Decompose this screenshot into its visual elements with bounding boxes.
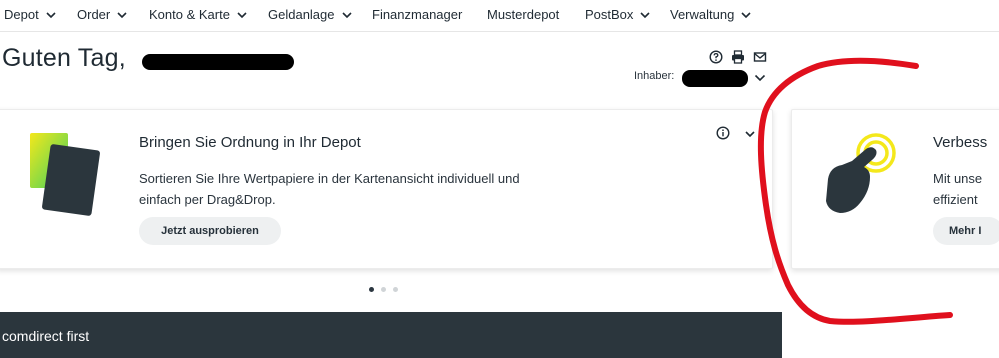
chevron-down-icon[interactable]: [744, 128, 756, 140]
nav-item-musterdepot[interactable]: Musterdepot: [487, 7, 559, 22]
nav-item-label: Konto & Karte: [149, 7, 230, 22]
redacted-owner: [682, 70, 748, 87]
comdirect-first-banner[interactable]: [0, 312, 782, 358]
nav-item-label: Finanzmanager: [372, 7, 463, 22]
carousel-dot[interactable]: [381, 287, 386, 292]
card-title: Bringen Sie Ordnung in Ihr Depot: [139, 134, 361, 151]
chevron-down-icon: [341, 11, 352, 18]
print-icon[interactable]: [731, 50, 745, 64]
nav-item-label: Musterdepot: [487, 7, 560, 22]
banner-label: comdirect first: [2, 328, 90, 344]
chevron-down-icon: [741, 11, 751, 18]
carousel-dot[interactable]: [393, 287, 398, 292]
chevron-down-icon[interactable]: [753, 71, 767, 85]
nav-item-geldanlage[interactable]: Geldanlage: [268, 7, 353, 22]
chevron-down-icon: [46, 11, 56, 18]
redacted-name: [142, 54, 294, 70]
carousel-dots: [369, 287, 398, 292]
nav-item-finanzmanager[interactable]: Finanzmanager: [372, 7, 462, 22]
nav-item-verwaltung[interactable]: Verwaltung: [670, 7, 752, 22]
card-description-next-line2: effizient: [933, 192, 978, 207]
greeting-title: Guten Tag,: [2, 44, 126, 72]
chevron-down-icon: [237, 11, 247, 18]
nav-item-depot[interactable]: Depot: [4, 7, 57, 22]
touch-hand-icon: [826, 133, 896, 213]
help-icon[interactable]: [709, 50, 723, 64]
nav-item-label: Order: [77, 7, 111, 22]
chevron-down-icon: [117, 11, 127, 18]
carousel-dot[interactable]: [369, 287, 374, 292]
nav-item-label: Verwaltung: [670, 7, 735, 22]
chevron-down-icon: [640, 11, 650, 18]
mail-icon[interactable]: [753, 50, 767, 64]
nav-item-label: PostBox: [585, 7, 634, 22]
card-description-next-line1: Mit unse: [933, 171, 983, 186]
more-button[interactable]: Mehr I: [933, 217, 999, 245]
top-navigation: Depot Order Konto & Karte Geldanlage Fin…: [0, 0, 999, 32]
owner-label: Inhaber:: [634, 70, 675, 82]
nav-item-label: Geldanlage: [268, 7, 335, 22]
nav-item-label: Depot: [4, 7, 39, 22]
card-description: Sortieren Sie Ihre Wertpapiere in der Ka…: [139, 171, 520, 207]
info-icon[interactable]: [716, 126, 730, 140]
nav-item-konto-karte[interactable]: Konto & Karte: [149, 7, 248, 22]
nav-item-order[interactable]: Order: [77, 7, 128, 22]
nav-item-postbox[interactable]: PostBox: [585, 7, 651, 22]
card-title-next: Verbess: [933, 134, 988, 151]
try-now-button[interactable]: Jetzt ausprobieren: [139, 217, 281, 245]
cards-illustration-icon: [30, 133, 100, 216]
